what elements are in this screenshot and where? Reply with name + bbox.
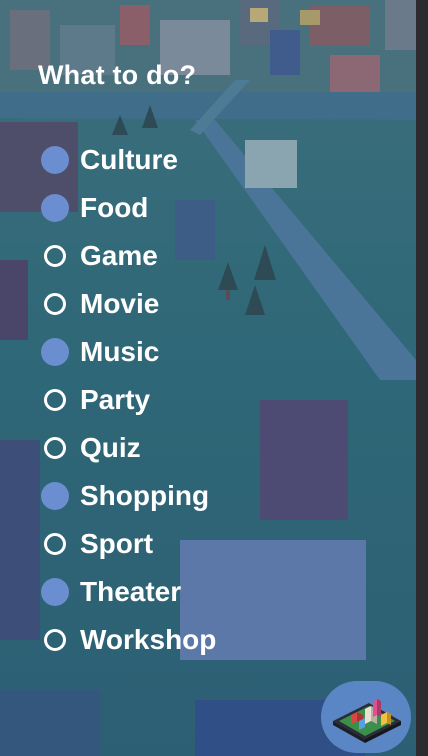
map-screen: What to do? Culture Food Game Movie Musi… (0, 0, 428, 756)
radio-unselected-icon[interactable] (44, 389, 66, 411)
radio-unselected-icon[interactable] (44, 629, 66, 651)
screen-edge-strip (416, 0, 428, 756)
radio-selected-icon[interactable] (41, 482, 69, 510)
panel-title: What to do? (38, 60, 197, 90)
activity-filter-list: Culture Food Game Movie Music Party Quiz (41, 136, 216, 664)
option-music[interactable]: Music (41, 328, 216, 376)
option-label: Sport (80, 528, 154, 559)
radio-selected-icon[interactable] (41, 194, 69, 222)
option-sport[interactable]: Sport (44, 520, 216, 568)
option-label: Food (80, 192, 149, 223)
option-quiz[interactable]: Quiz (44, 424, 216, 472)
radio-unselected-icon[interactable] (44, 437, 66, 459)
option-theater[interactable]: Theater (41, 568, 216, 616)
city-map-icon (333, 699, 401, 743)
radio-unselected-icon[interactable] (44, 293, 66, 315)
option-label: Movie (80, 288, 160, 319)
option-workshop[interactable]: Workshop (44, 616, 216, 664)
option-movie[interactable]: Movie (44, 280, 216, 328)
radio-unselected-icon[interactable] (44, 533, 66, 555)
option-label: Party (80, 384, 151, 415)
option-label: Theater (80, 576, 182, 607)
option-label: Music (80, 336, 160, 367)
option-food[interactable]: Food (41, 184, 216, 232)
radio-unselected-icon[interactable] (44, 245, 66, 267)
radio-selected-icon[interactable] (41, 578, 69, 606)
option-shopping[interactable]: Shopping (41, 472, 216, 520)
option-culture[interactable]: Culture (41, 136, 216, 184)
option-party[interactable]: Party (44, 376, 216, 424)
option-label: Shopping (80, 480, 210, 511)
option-label: Culture (80, 144, 178, 175)
radio-selected-icon[interactable] (41, 146, 69, 174)
city-map-button[interactable] (321, 681, 411, 753)
option-label: Game (80, 240, 158, 271)
option-label: Workshop (80, 624, 217, 655)
option-game[interactable]: Game (44, 232, 216, 280)
radio-selected-icon[interactable] (41, 338, 69, 366)
option-label: Quiz (80, 432, 141, 463)
